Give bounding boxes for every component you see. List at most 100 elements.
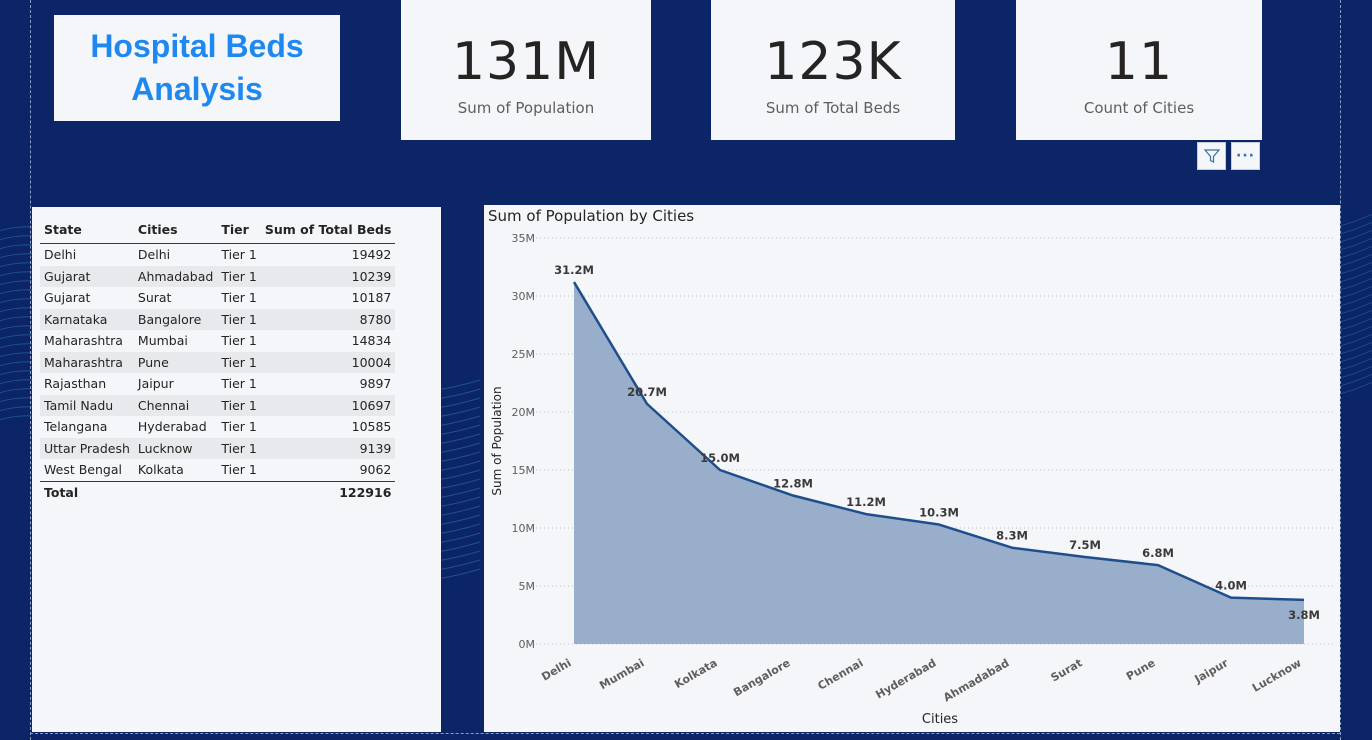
beds-table-visual[interactable]: State Cities Tier Sum of Total Beds Delh… (32, 207, 441, 732)
filter-button[interactable] (1197, 142, 1226, 170)
population-area-chart-visual[interactable]: 0M 5M 10M 15M 20M 25M 30M 35M 31.2M 20.7M 15.0M 12.… (484, 205, 1340, 732)
kpi-label: Sum of Total Beds (765, 99, 901, 117)
kpi-label: Sum of Population (457, 99, 595, 117)
kpi-label: Count of Cities (1083, 99, 1195, 117)
cell-city: Kolkata (137, 462, 184, 478)
x-tick-label: Bangalore (731, 656, 792, 699)
table-row[interactable]: Uttar Pradesh Lucknow Tier 1 9139 (40, 437, 396, 459)
cell-state: Maharashtra (40, 351, 134, 373)
cell-tier: Tier 1 (221, 333, 257, 349)
y-tick-label: 30M (512, 290, 536, 303)
cell-total-beds: 8780 (260, 308, 396, 330)
cell-state: Rajasthan (44, 376, 107, 392)
area-fill (574, 282, 1304, 644)
cell-total-beds: 10239 (260, 265, 396, 287)
cell-city: Chennai (133, 394, 218, 416)
table-row[interactable]: Telangana Hyderabad Tier 1 10585 (40, 416, 395, 438)
table-row[interactable]: Rajasthan Jaipur Tier 1 9897 (40, 373, 395, 395)
cell-total-beds: 10004 (260, 351, 396, 373)
x-tick-label: Ahmadabad (941, 656, 1011, 704)
y-tick-label: 25M (512, 348, 536, 361)
table-row[interactable]: Gujarat Ahmadabad Tier 1 10239 (40, 265, 396, 287)
total-label: Total (40, 480, 134, 504)
kpi-value: 11 (1104, 32, 1174, 92)
column-header-state[interactable]: State (40, 215, 134, 244)
cell-tier: Tier 1 (217, 437, 261, 459)
x-tick-label: Kolkata (672, 656, 719, 691)
cell-tier: Tier 1 (221, 462, 257, 478)
table-row[interactable]: West Bengal Kolkata Tier 1 9062 (40, 459, 395, 481)
cell-tier: Tier 1 (221, 376, 257, 392)
cell-city: Delhi (137, 247, 171, 263)
cell-state: Maharashtra (44, 333, 123, 349)
chart-title: Sum of Population by Cities (488, 207, 695, 225)
x-tick-label: Hyderabad (873, 656, 938, 701)
data-label: 6.8M (1142, 546, 1174, 560)
data-label: 31.2M (554, 263, 594, 277)
canvas-border (1340, 0, 1341, 740)
dashboard-title: Hospital Beds Analysis (90, 28, 304, 107)
kpi-card-total-beds[interactable]: 123K Sum of Total Beds (711, 0, 955, 140)
data-label: 10.3M (919, 506, 959, 520)
data-label: 20.7M (627, 385, 667, 399)
data-label: 15.0M (700, 451, 740, 465)
y-tick-label: 20M (512, 406, 536, 419)
column-header-tier[interactable]: Tier (217, 215, 261, 244)
x-axis-title: Cities (922, 712, 958, 727)
table-row[interactable]: Maharashtra Pune Tier 1 10004 (40, 351, 396, 373)
y-tick-label: 0M (519, 638, 536, 651)
column-header-cities[interactable]: Cities (133, 215, 218, 244)
cell-state: Gujarat (44, 290, 91, 306)
kpi-card-count-cities[interactable]: 11 Count of Cities (1016, 0, 1262, 140)
y-tick-label: 35M (512, 232, 536, 245)
more-options-button[interactable]: ··· (1231, 142, 1260, 170)
cell-city: Lucknow (133, 437, 218, 459)
total-value: 122916 (260, 480, 396, 504)
cell-tier: Tier 1 (221, 290, 257, 306)
cell-total-beds: 10697 (260, 394, 396, 416)
cell-total-beds: 9897 (359, 376, 392, 392)
table-row[interactable]: Delhi Delhi Tier 1 19492 (40, 244, 395, 266)
column-header-total-beds[interactable]: Sum of Total Beds (260, 215, 396, 244)
data-label: 8.3M (996, 529, 1028, 543)
cell-total-beds: 14834 (351, 333, 392, 349)
x-tick-label: Pune (1124, 656, 1158, 683)
cell-total-beds: 9139 (260, 437, 396, 459)
x-tick-label: Lucknow (1250, 656, 1303, 694)
cell-tier: Tier 1 (221, 247, 257, 263)
y-axis-title: Sum of Population (490, 386, 504, 495)
population-area-chart: 0M 5M 10M 15M 20M 25M 30M 35M 31.2M 20.7M 15.0M 12.… (490, 232, 1334, 727)
data-label: 11.2M (846, 495, 886, 509)
table-row[interactable]: Maharashtra Mumbai Tier 1 14834 (40, 330, 395, 352)
table-row[interactable]: Karnataka Bangalore Tier 1 8780 (40, 308, 396, 330)
cell-state: Uttar Pradesh (40, 437, 134, 459)
cell-city: Jaipur (137, 376, 174, 392)
table-row[interactable]: Tamil Nadu Chennai Tier 1 10697 (40, 394, 396, 416)
cell-tier: Tier 1 (217, 351, 261, 373)
y-tick-label: 15M (512, 464, 536, 477)
y-tick-label: 10M (512, 522, 536, 535)
kpi-value: 131M (451, 32, 601, 92)
canvas-border (30, 733, 1340, 734)
cell-state: Karnataka (40, 308, 134, 330)
x-tick-label: Surat (1049, 656, 1085, 684)
beds-table: State Cities Tier Sum of Total Beds Delh… (40, 215, 396, 504)
cell-state: West Bengal (44, 462, 122, 478)
dashboard-title-card: Hospital Beds Analysis (54, 15, 340, 121)
cell-city: Pune (133, 351, 218, 373)
data-label: 3.8M (1288, 608, 1320, 622)
cell-city: Bangalore (133, 308, 218, 330)
cell-total-beds: 9062 (359, 462, 392, 478)
table-row[interactable]: Gujarat Surat Tier 1 10187 (40, 287, 395, 309)
cell-state: Telangana (44, 419, 108, 435)
cell-city: Mumbai (137, 333, 188, 349)
cell-state: Delhi (44, 247, 77, 263)
cell-city: Hyderabad (137, 419, 207, 435)
x-tick-label: Chennai (815, 656, 865, 692)
cell-tier: Tier 1 (221, 419, 257, 435)
canvas-border (30, 0, 31, 740)
cell-city: Surat (137, 290, 172, 306)
cell-city: Ahmadabad (133, 265, 218, 287)
kpi-card-population[interactable]: 131M Sum of Population (401, 0, 651, 140)
filter-icon (1203, 149, 1220, 163)
